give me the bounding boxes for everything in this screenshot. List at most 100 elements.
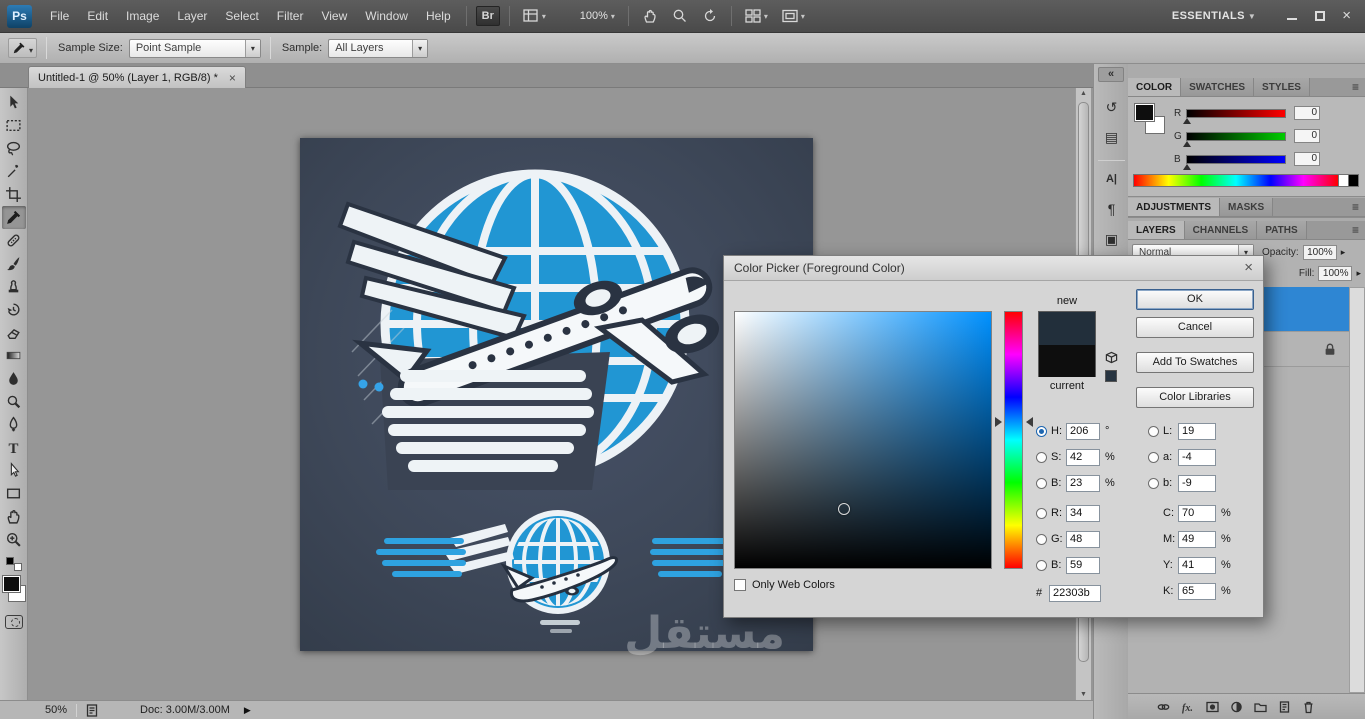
web-safe-cube-icon[interactable] [1105, 351, 1118, 364]
blue-value[interactable]: 0 [1294, 152, 1320, 166]
panel-menu-icon[interactable]: ≡ [1346, 198, 1365, 216]
restore-button[interactable] [1314, 10, 1326, 22]
new-adjustment-layer-icon[interactable] [1229, 700, 1244, 714]
saturation-input[interactable] [1066, 448, 1100, 466]
menu-layer[interactable]: Layer [168, 0, 216, 32]
tab-close-icon[interactable]: × [229, 72, 236, 84]
sample-dropdown[interactable]: All Layers ▾ [328, 38, 429, 58]
green-radio[interactable] [1036, 533, 1047, 545]
dialog-close-icon[interactable]: × [1244, 260, 1253, 275]
lab-b-input[interactable] [1178, 474, 1216, 492]
expand-panels-button[interactable]: « [1098, 67, 1124, 82]
eyedropper-tool[interactable] [1, 206, 26, 229]
brush-tool[interactable] [2, 252, 26, 275]
type-tool[interactable]: T [2, 436, 26, 459]
add-layer-mask-icon[interactable] [1205, 700, 1220, 714]
fill-spinner-icon[interactable]: ▸ [1356, 268, 1361, 279]
tab-layers[interactable]: LAYERS [1128, 221, 1185, 239]
cyan-input[interactable] [1178, 504, 1216, 522]
dialog-title-bar[interactable]: Color Picker (Foreground Color) × [724, 256, 1263, 281]
tab-color[interactable]: COLOR [1128, 78, 1182, 96]
menu-file[interactable]: File [41, 0, 78, 32]
magenta-input[interactable] [1178, 530, 1216, 548]
hue-radio[interactable] [1036, 425, 1047, 437]
history-brush-tool[interactable] [2, 298, 26, 321]
current-color-swatch[interactable] [1039, 345, 1095, 377]
minimize-button[interactable] [1286, 10, 1298, 22]
foreground-color-swatch[interactable] [1, 575, 21, 593]
panel-menu-icon[interactable]: ≡ [1346, 221, 1365, 239]
clone-stamp-tool[interactable] [2, 275, 26, 298]
spectrum-black-swatch[interactable] [1349, 174, 1359, 187]
lab-l-input[interactable] [1178, 422, 1216, 440]
red-slider[interactable] [1183, 108, 1286, 124]
menu-edit[interactable]: Edit [78, 0, 117, 32]
scroll-down-icon[interactable]: ▼ [1080, 691, 1087, 698]
default-colors-control[interactable] [5, 557, 22, 571]
opacity-value[interactable]: 100% [1302, 245, 1337, 260]
green-value[interactable]: 0 [1294, 129, 1320, 143]
tab-paths[interactable]: PATHS [1257, 221, 1307, 239]
dodge-tool[interactable] [2, 390, 26, 413]
ok-button[interactable]: OK [1136, 289, 1254, 310]
blur-tool[interactable] [2, 367, 26, 390]
green-input[interactable] [1066, 530, 1100, 548]
panel-foreground-swatch[interactable] [1134, 103, 1155, 122]
cancel-button[interactable]: Cancel [1136, 317, 1254, 338]
color-libraries-button[interactable]: Color Libraries [1136, 387, 1254, 408]
info-panel-icon[interactable]: ▤ [1099, 125, 1124, 149]
tab-channels[interactable]: CHANNELS [1184, 221, 1258, 239]
blue-input[interactable] [1066, 556, 1100, 574]
red-value[interactable]: 0 [1294, 106, 1320, 120]
hue-slider-left-arrow-icon[interactable] [995, 417, 1002, 427]
workspace-switcher[interactable]: ESSENTIALS ▼ [1172, 10, 1256, 22]
delete-layer-icon[interactable] [1301, 700, 1316, 714]
lab-b-radio[interactable] [1148, 477, 1159, 489]
only-web-colors-checkbox[interactable] [734, 579, 746, 591]
saturation-radio[interactable] [1036, 451, 1047, 463]
launch-bridge-button[interactable]: Br [475, 6, 500, 26]
lasso-tool[interactable] [2, 137, 26, 160]
tab-masks[interactable]: MASKS [1220, 198, 1274, 216]
eraser-tool[interactable] [2, 321, 26, 344]
tab-adjustments[interactable]: ADJUSTMENTS [1128, 198, 1221, 216]
paragraph-panel-icon[interactable]: ¶ [1099, 197, 1124, 221]
quick-selection-tool[interactable] [2, 160, 26, 183]
lab-a-radio[interactable] [1148, 451, 1159, 463]
zoom-level-control[interactable]: 100% ▾ [556, 6, 619, 26]
lab-a-input[interactable] [1178, 448, 1216, 466]
tab-swatches[interactable]: SWATCHES [1181, 78, 1255, 96]
menu-view[interactable]: View [312, 0, 356, 32]
layer-effects-icon[interactable]: fx. [1180, 700, 1196, 714]
spot-healing-brush-tool[interactable] [2, 229, 26, 252]
screen-mode-button[interactable]: ▾ [778, 6, 809, 26]
arrange-documents-button[interactable]: ▾ [741, 6, 772, 26]
add-to-swatches-button[interactable]: Add To Swatches [1136, 352, 1254, 373]
rectangle-tool[interactable] [2, 482, 26, 505]
hand-tool-button[interactable] [638, 6, 662, 26]
close-button[interactable]: × [1342, 8, 1351, 23]
blue-slider[interactable] [1183, 154, 1286, 170]
history-panel-icon[interactable]: ↺ [1099, 95, 1124, 119]
path-selection-tool[interactable] [2, 459, 26, 482]
sample-size-dropdown[interactable]: Point Sample ▾ [128, 38, 261, 58]
rectangular-marquee-tool[interactable] [2, 114, 26, 137]
document-tab[interactable]: Untitled-1 @ 50% (Layer 1, RGB/8) * × [28, 66, 246, 88]
move-tool[interactable] [2, 91, 26, 114]
status-zoom-value[interactable]: 50% [45, 704, 67, 716]
slider-thumb[interactable] [1183, 117, 1191, 124]
green-slider[interactable] [1183, 131, 1286, 147]
new-layer-icon[interactable] [1277, 700, 1292, 714]
quick-mask-button[interactable] [4, 615, 23, 629]
slider-thumb[interactable] [1183, 140, 1191, 147]
new-group-icon[interactable] [1253, 700, 1268, 714]
tool-preset-picker[interactable]: ▾ [8, 38, 38, 58]
gradient-tool[interactable] [2, 344, 26, 367]
view-extras-button[interactable]: ▾ [519, 6, 550, 26]
pen-tool[interactable] [2, 413, 26, 436]
status-flyout-arrow[interactable]: ▶ [244, 705, 251, 716]
color-field-marker[interactable] [838, 503, 850, 515]
opacity-spinner-icon[interactable]: ▸ [1341, 247, 1346, 258]
web-safe-color-swatch[interactable] [1105, 370, 1117, 382]
rotate-view-button[interactable] [698, 6, 722, 26]
